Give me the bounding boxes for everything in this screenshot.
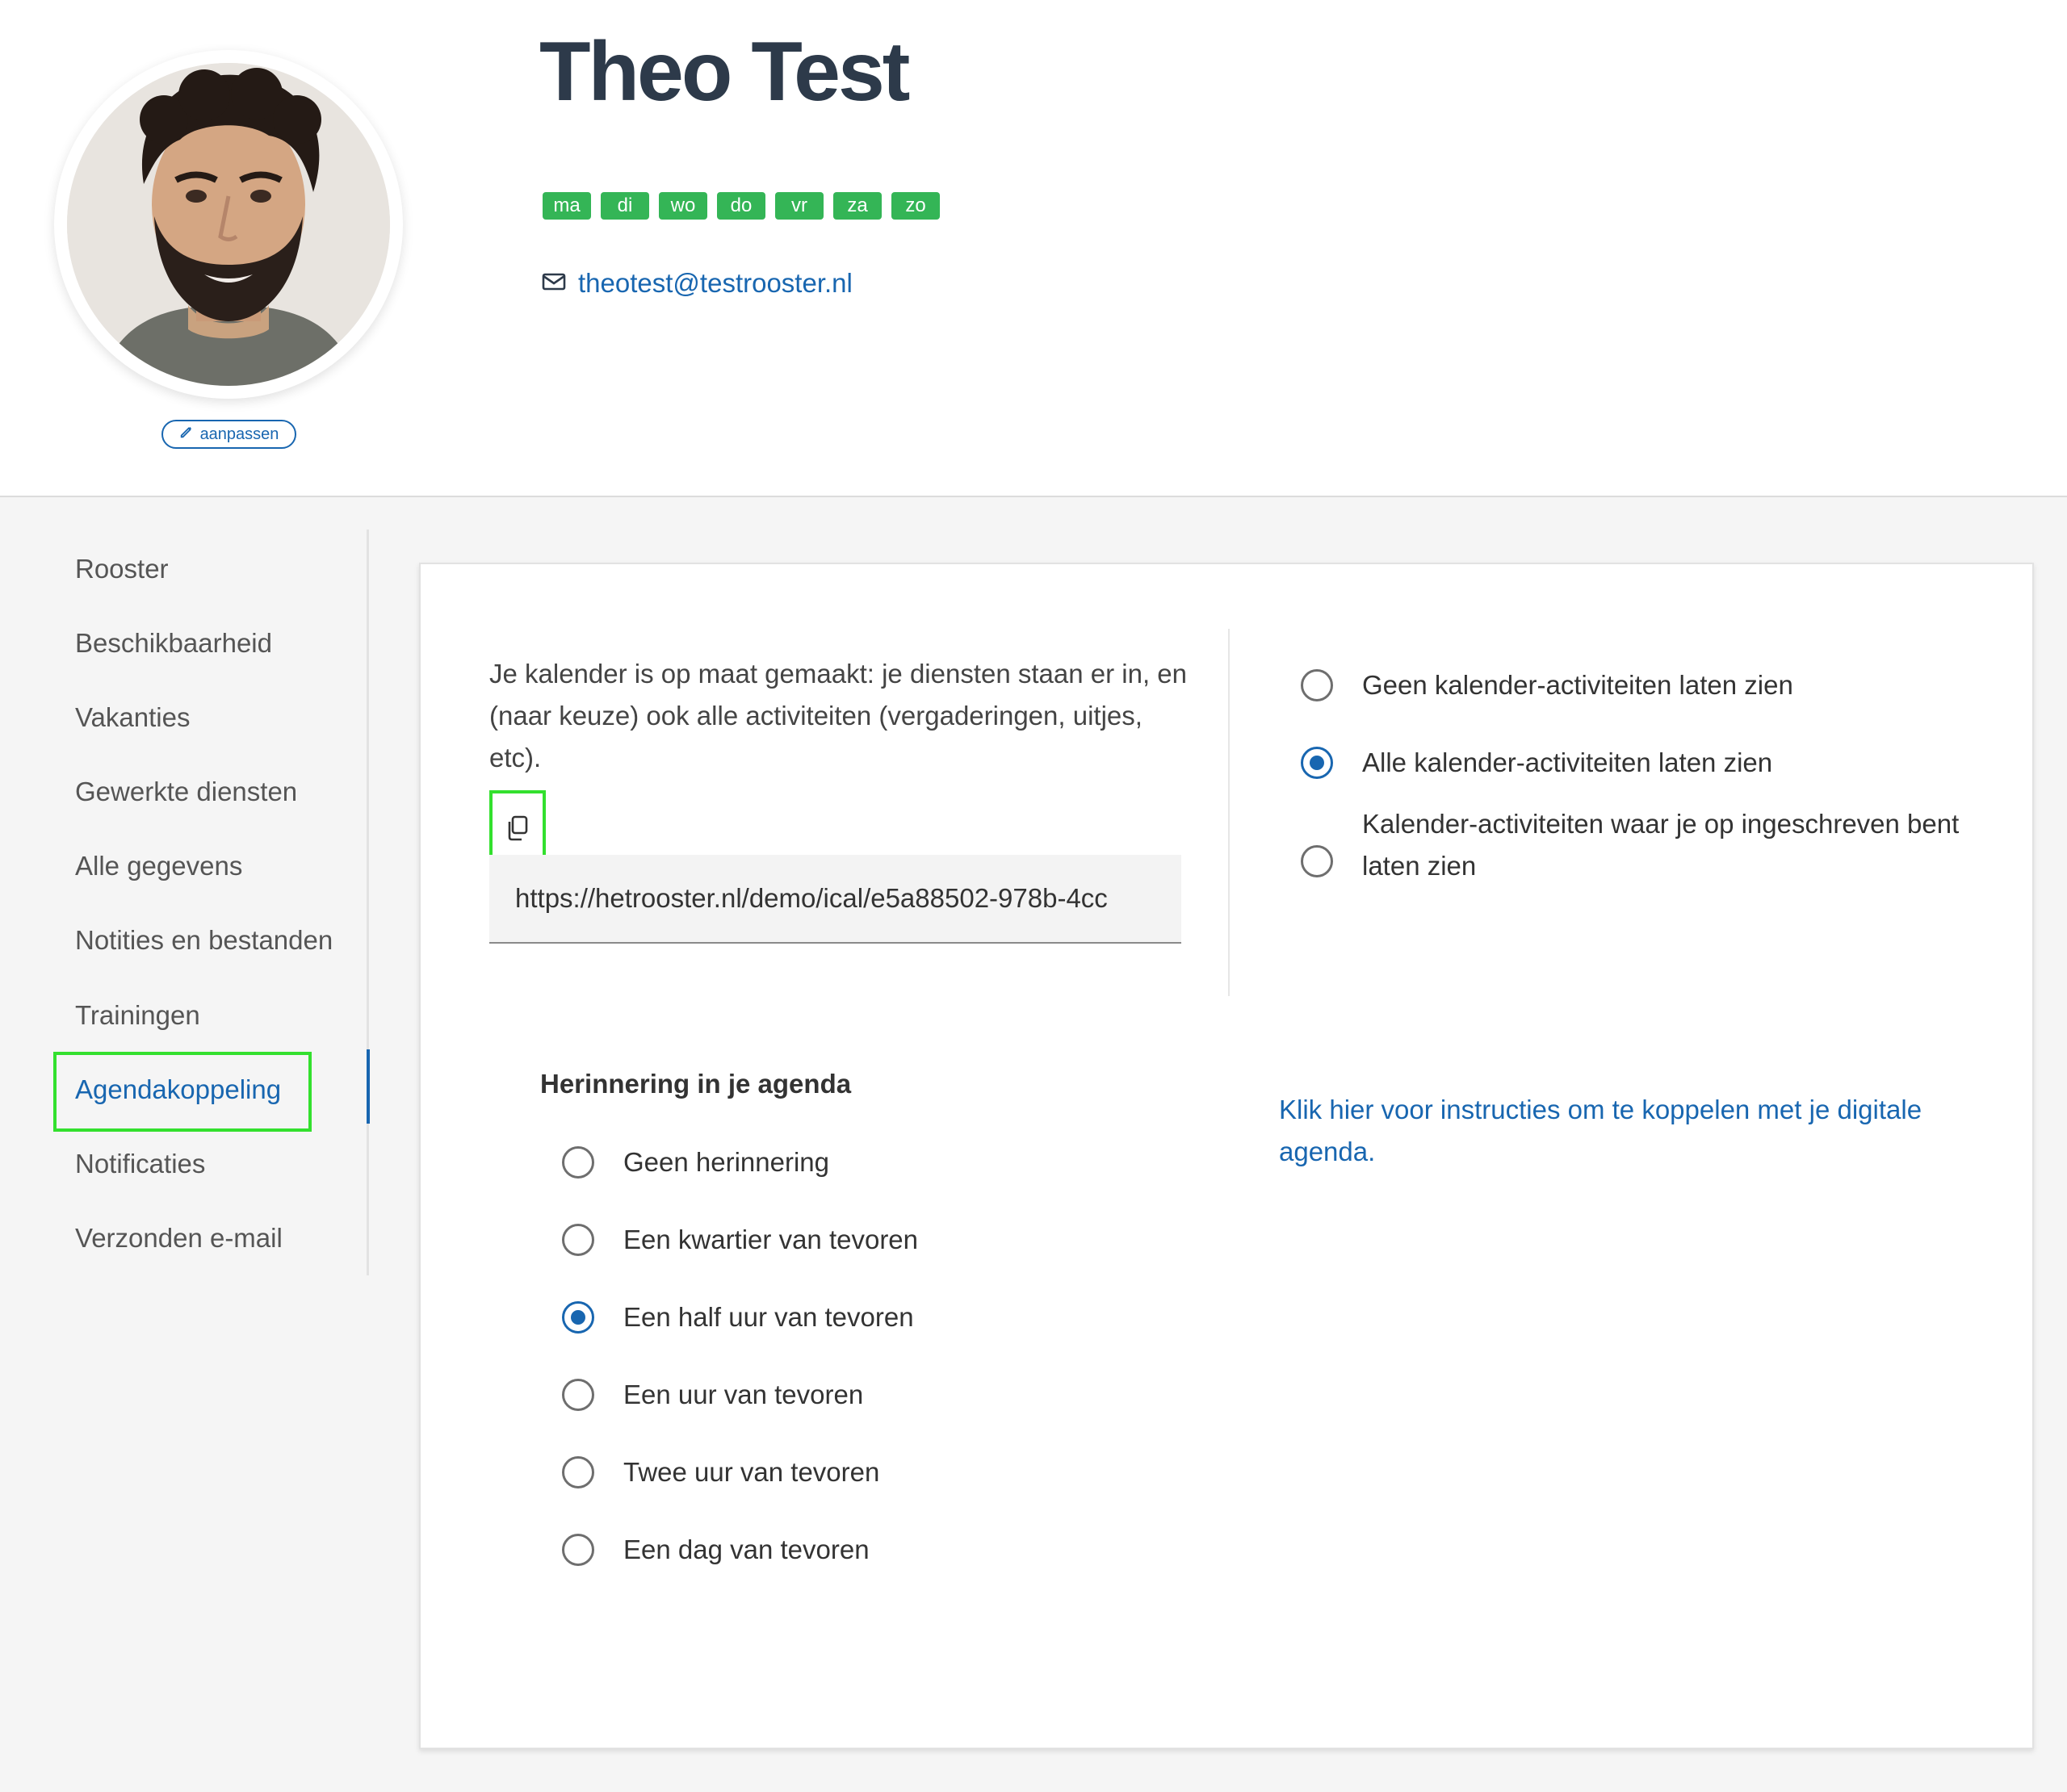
sidebar-item-notities-en-bestanden[interactable]: Notities en bestanden bbox=[75, 925, 333, 956]
sidebar-item-beschikbaarheid[interactable]: Beschikbaarheid bbox=[75, 628, 272, 659]
edit-photo-label: aanpassen bbox=[199, 425, 279, 443]
reminder-option-one-hour[interactable]: Een uur van tevoren bbox=[562, 1379, 863, 1416]
radio-label: Geen herinnering bbox=[623, 1147, 830, 1177]
avatar-frame bbox=[54, 50, 403, 399]
sidebar-nav: Rooster Beschikbaarheid Vakanties Gewerk… bbox=[0, 530, 371, 1275]
sidebar-divider bbox=[367, 530, 369, 1275]
radio-label: Alle kalender-activiteiten laten zien bbox=[1362, 747, 1773, 777]
activity-option-subscribed[interactable]: Kalender-activiteiten waar je op ingesch… bbox=[1301, 809, 1987, 887]
edit-photo-button[interactable]: aanpassen bbox=[161, 420, 296, 449]
radio-button[interactable] bbox=[562, 1534, 594, 1566]
radio-label: Een kwartier van tevoren bbox=[623, 1225, 919, 1254]
calendar-sync-card: Je kalender is op maat gemaakt: je diens… bbox=[419, 563, 2034, 1749]
pencil-icon bbox=[179, 425, 194, 444]
radio-label: Een half uur van tevoren bbox=[623, 1302, 914, 1332]
reminder-option-one-day[interactable]: Een dag van tevoren bbox=[562, 1534, 870, 1571]
envelope-icon bbox=[541, 269, 567, 299]
day-badge: ma bbox=[543, 192, 591, 220]
sidebar-item-alle-gegevens[interactable]: Alle gegevens bbox=[75, 851, 242, 881]
day-badge: wo bbox=[659, 192, 707, 220]
radio-label: Geen kalender-activiteiten laten zien bbox=[1362, 670, 1793, 700]
radio-label: Een uur van tevoren bbox=[623, 1380, 864, 1409]
avatar bbox=[67, 63, 390, 386]
radio-button[interactable] bbox=[1301, 747, 1333, 779]
radio-button[interactable] bbox=[562, 1456, 594, 1488]
day-badge: zo bbox=[891, 192, 940, 220]
activity-option-none[interactable]: Geen kalender-activiteiten laten zien bbox=[1301, 669, 1793, 706]
radio-button[interactable] bbox=[562, 1224, 594, 1256]
day-badge: vr bbox=[775, 192, 824, 220]
sidebar-item-trainingen[interactable]: Trainingen bbox=[75, 1000, 200, 1031]
sidebar-item-rooster[interactable]: Rooster bbox=[75, 554, 169, 584]
available-days: ma di wo do vr za zo bbox=[543, 192, 940, 220]
profile-name: Theo Test bbox=[539, 25, 910, 119]
sidebar-item-agendakoppeling[interactable]: Agendakoppeling bbox=[75, 1074, 281, 1105]
reminder-section-title: Herinnering in je agenda bbox=[540, 1069, 852, 1099]
calendar-intro-text: Je kalender is op maat gemaakt: je diens… bbox=[489, 659, 1188, 772]
reminder-option-quarter-hour[interactable]: Een kwartier van tevoren bbox=[562, 1224, 918, 1261]
radio-button[interactable] bbox=[562, 1379, 594, 1411]
radio-label: Twee uur van tevoren bbox=[623, 1457, 880, 1487]
sidebar-item-notificaties[interactable]: Notificaties bbox=[75, 1149, 205, 1179]
radio-label: Een dag van tevoren bbox=[623, 1535, 870, 1564]
day-badge: za bbox=[833, 192, 882, 220]
sidebar-item-gewerkte-diensten[interactable]: Gewerkte diensten bbox=[75, 777, 297, 807]
email-row: theotest@testrooster.nl bbox=[541, 268, 853, 299]
email-link[interactable]: theotest@testrooster.nl bbox=[578, 268, 853, 299]
column-divider bbox=[1228, 629, 1230, 996]
day-badge: di bbox=[601, 192, 649, 220]
radio-button[interactable] bbox=[1301, 669, 1333, 701]
reminder-option-two-hours[interactable]: Twee uur van tevoren bbox=[562, 1456, 879, 1493]
reminder-option-none[interactable]: Geen herinnering bbox=[562, 1146, 829, 1183]
instructions-link[interactable]: Klik hier voor instructies om te koppele… bbox=[1279, 1089, 1981, 1173]
radio-button[interactable] bbox=[562, 1146, 594, 1179]
copy-icon bbox=[504, 814, 531, 844]
reminder-option-half-hour[interactable]: Een half uur van tevoren bbox=[562, 1301, 914, 1338]
avatar-image bbox=[67, 63, 390, 386]
sidebar-item-vakanties[interactable]: Vakanties bbox=[75, 702, 190, 733]
radio-button[interactable] bbox=[1301, 845, 1333, 877]
sidebar-item-verzonden-e-mail[interactable]: Verzonden e-mail bbox=[75, 1223, 283, 1254]
activity-option-all[interactable]: Alle kalender-activiteiten laten zien bbox=[1301, 747, 1772, 784]
ical-url-field[interactable] bbox=[489, 855, 1181, 944]
radio-button[interactable] bbox=[562, 1301, 594, 1334]
profile-header: aanpassen Theo Test ma di wo do vr za zo… bbox=[0, 0, 2067, 497]
day-badge: do bbox=[717, 192, 765, 220]
active-indicator bbox=[367, 1049, 370, 1124]
radio-label: Kalender-activiteiten waar je op ingesch… bbox=[1362, 809, 1960, 881]
